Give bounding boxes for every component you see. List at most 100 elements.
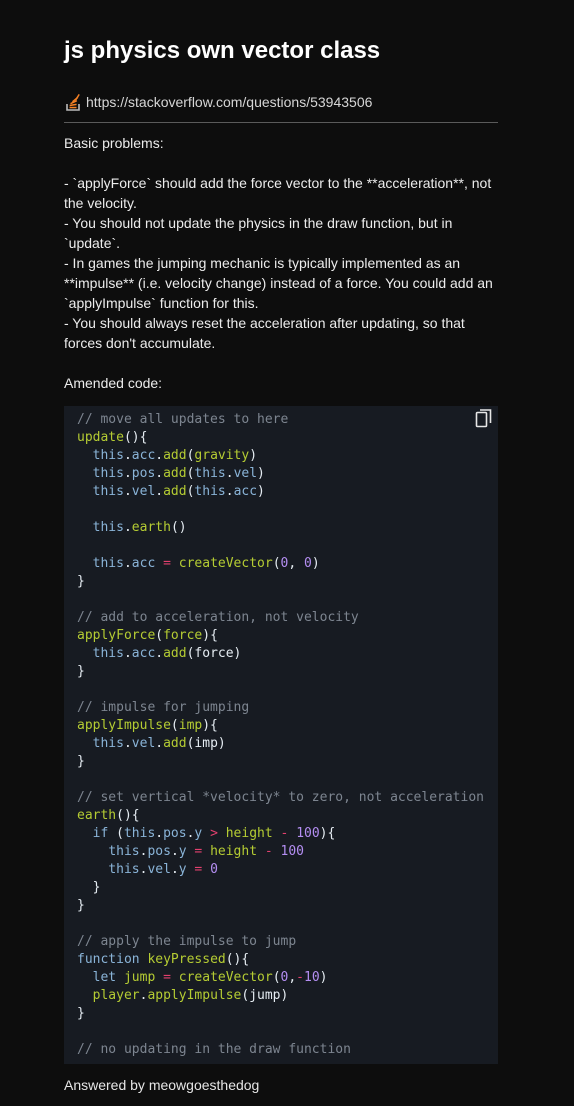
answer-bullet: - `applyForce` should add the force vect… [64, 175, 492, 211]
code-token: . [123, 646, 132, 661]
code-line: } [77, 897, 484, 915]
code-token: . [123, 484, 132, 499]
code-token: , [288, 556, 304, 571]
code-token: ){ [319, 826, 336, 841]
code-line: // add to acceleration, not velocity [77, 609, 484, 627]
code-token: applyImpulse [77, 718, 171, 733]
code-content: // move all updates to here update(){ thi… [77, 411, 484, 1059]
code-token: acc [131, 646, 156, 661]
copy-icon [475, 408, 493, 434]
code-token: . [170, 844, 179, 859]
code-token: ) [257, 484, 265, 499]
answer-bullet: - You should not update the physics in t… [64, 215, 453, 251]
code-line: applyForce(force){ [77, 627, 484, 645]
code-token: this [92, 520, 124, 535]
code-token: . [123, 520, 132, 535]
answer-bullet: - In games the jumping mechanic is typic… [64, 255, 493, 311]
code-token: , [288, 970, 297, 985]
code-token: 100 [280, 844, 305, 859]
code-token: vel [233, 466, 258, 481]
code-token: // set vertical *velocity* to zero, not … [77, 790, 484, 805]
code-line: player.applyImpulse(jump) [77, 987, 484, 1005]
code-line: applyImpulse(imp){ [77, 717, 484, 735]
code-token: . [123, 556, 132, 571]
code-token: add [163, 448, 187, 463]
code-token: . [225, 484, 234, 499]
code-token: . [155, 448, 164, 463]
divider [64, 122, 498, 123]
answered-by: Answered by meowgoesthedog [64, 1077, 260, 1093]
code-token: this [92, 736, 124, 751]
code-line: this.acc.add(gravity) [77, 447, 484, 465]
code-token: // add to acceleration, not velocity [77, 610, 359, 625]
code-token: this [92, 466, 124, 481]
code-token: - [264, 844, 273, 859]
copy-button[interactable] [473, 408, 495, 434]
code-token: ){ [202, 718, 218, 733]
code-token: 0 [210, 862, 218, 877]
code-token: vel [131, 736, 156, 751]
code-token: pos [147, 844, 171, 859]
code-token: } [77, 898, 85, 913]
code-token: () [170, 520, 187, 535]
code-token: ( [155, 628, 164, 643]
source-url[interactable]: https://stackoverflow.com/questions/5394… [86, 94, 372, 110]
code-block: // move all updates to here update(){ thi… [64, 406, 498, 1064]
code-token: . [155, 736, 164, 751]
answer-intro: Basic problems: [64, 135, 164, 151]
code-token: height [210, 844, 258, 859]
code-token: 10 [304, 970, 320, 985]
code-token: ( [108, 826, 124, 841]
code-line: } [77, 1005, 484, 1023]
code-token: this [92, 646, 124, 661]
code-token: this [123, 826, 156, 841]
code-token: . [155, 646, 164, 661]
code-token: ( [272, 556, 281, 571]
code-token: // impulse for jumping [77, 700, 250, 715]
code-token: = [163, 556, 171, 571]
code-token: ) [311, 556, 320, 571]
code-token: } [77, 1006, 85, 1021]
code-token: acc [131, 556, 156, 571]
amended-code-label: Amended code: [64, 375, 163, 391]
code-token: y [178, 862, 187, 877]
code-token: update [77, 430, 124, 445]
code-line: // set vertical *velocity* to zero, not … [77, 789, 484, 807]
code-token: add [163, 484, 187, 499]
code-token: pos [131, 466, 156, 481]
code-line: this.acc.add(force) [77, 645, 484, 663]
code-line: } [77, 663, 484, 681]
page: js physics own vector class https://stac… [0, 0, 574, 1106]
code-token: pos [163, 826, 187, 841]
source-link[interactable]: https://stackoverflow.com/questions/5394… [64, 92, 372, 112]
code-line: this.acc = createVector(0, 0) [77, 555, 484, 573]
code-token: . [155, 484, 164, 499]
code-token: createVector [178, 970, 273, 985]
code-line: this.vel.add(this.acc) [77, 483, 484, 501]
code-token: this [194, 484, 226, 499]
code-token: y [178, 844, 187, 859]
code-token: (){ [225, 952, 250, 967]
code-token: (jump) [241, 988, 289, 1003]
code-token: add [163, 466, 187, 481]
answer-bullet: - You should always reset the accelerati… [64, 315, 465, 351]
code-line: earth(){ [77, 807, 484, 825]
code-line: this.pos.add(this.vel) [77, 465, 484, 483]
code-token: ( [170, 718, 179, 733]
